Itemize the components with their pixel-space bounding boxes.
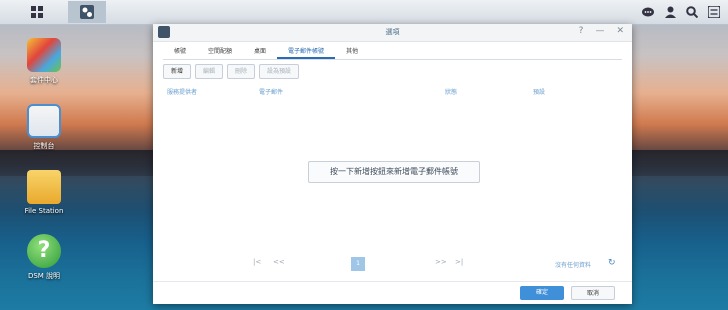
column-header-email[interactable]: 電子郵件 — [259, 87, 283, 96]
help-button[interactable]: ? — [579, 26, 584, 36]
tab-others[interactable]: 其他 — [335, 45, 369, 59]
column-header-default[interactable]: 預設 — [533, 87, 545, 96]
tab-email-accounts[interactable]: 電子郵件帳號 — [277, 45, 336, 59]
chat-bubble-icon — [642, 7, 654, 16]
package-center-icon — [27, 38, 61, 72]
current-page[interactable]: 1 — [351, 257, 365, 271]
desktop-icon-package-center[interactable]: 套件中心 — [18, 38, 70, 85]
options-app-icon — [80, 5, 94, 19]
tab-account[interactable]: 帳號 — [163, 45, 197, 59]
next-page-button[interactable]: >> — [435, 258, 447, 266]
window-titlebar[interactable]: 選項 ? — ✕ — [153, 24, 632, 42]
desktop-icon-label: File Station — [24, 207, 64, 215]
desktop-icon-label: 套件中心 — [30, 76, 58, 84]
desktop-icon-dsm-help[interactable]: ? DSM 說明 — [18, 234, 70, 281]
taskbar-options-app[interactable] — [68, 1, 106, 23]
tab-bar: 帳號 空間配額 桌面 電子郵件帳號 其他 — [163, 45, 622, 60]
desktop-icon-control-panel[interactable]: 控制台 — [18, 104, 70, 151]
main-menu-button[interactable] — [18, 1, 56, 23]
tab-desktop[interactable]: 桌面 — [243, 45, 277, 59]
add-button[interactable]: 新增 — [163, 64, 192, 79]
desktop-icon-label: DSM 說明 — [27, 272, 61, 280]
close-button[interactable]: ✕ — [616, 26, 624, 36]
user-icon — [664, 6, 676, 18]
grid-icon — [31, 6, 43, 18]
refresh-icon[interactable]: ↻ — [608, 258, 616, 268]
desktop-icon-file-station[interactable]: File Station — [18, 170, 70, 215]
minimize-button[interactable]: — — [595, 26, 604, 36]
last-page-button[interactable]: >| — [455, 258, 463, 266]
folder-icon — [27, 170, 61, 204]
options-window: 選項 ? — ✕ 帳號 空間配額 桌面 電子郵件帳號 其他 新增 編輯 刪除 設… — [153, 24, 632, 304]
grid-header: 服務提供者 電子郵件 狀態 預設 — [167, 87, 622, 97]
widgets-button[interactable] — [706, 3, 722, 21]
taskbar — [0, 0, 728, 25]
cancel-button[interactable]: 取消 — [571, 286, 615, 300]
user-button[interactable] — [662, 3, 678, 21]
pagination: |< << 1 >> >| 沒有任何資料 ↻ — [153, 257, 632, 272]
search-icon — [686, 6, 698, 18]
edit-button[interactable]: 編輯 — [195, 64, 224, 79]
toolbar: 新增 編輯 刪除 設為預設 — [163, 64, 300, 79]
prev-page-button[interactable]: << — [273, 258, 285, 266]
tab-quota[interactable]: 空間配額 — [197, 45, 243, 59]
set-default-button[interactable]: 設為預設 — [259, 64, 300, 79]
control-panel-icon — [27, 104, 61, 138]
search-button[interactable] — [684, 3, 700, 21]
empty-state-message[interactable]: 按一下新增按鈕來新增電子郵件帳號 — [308, 161, 480, 183]
widgets-icon — [708, 6, 720, 18]
notifications-button[interactable] — [640, 3, 656, 21]
first-page-button[interactable]: |< — [253, 258, 261, 266]
window-footer: 確定 取消 — [153, 281, 632, 304]
delete-button[interactable]: 刪除 — [227, 64, 256, 79]
no-data-label: 沒有任何資料 — [555, 262, 592, 269]
desktop-icon-label: 控制台 — [33, 142, 55, 150]
column-header-provider[interactable]: 服務提供者 — [167, 87, 197, 96]
ok-button[interactable]: 確定 — [520, 286, 564, 300]
help-icon: ? — [27, 234, 61, 268]
column-header-status[interactable]: 狀態 — [445, 87, 457, 96]
window-title: 選項 — [385, 28, 400, 36]
